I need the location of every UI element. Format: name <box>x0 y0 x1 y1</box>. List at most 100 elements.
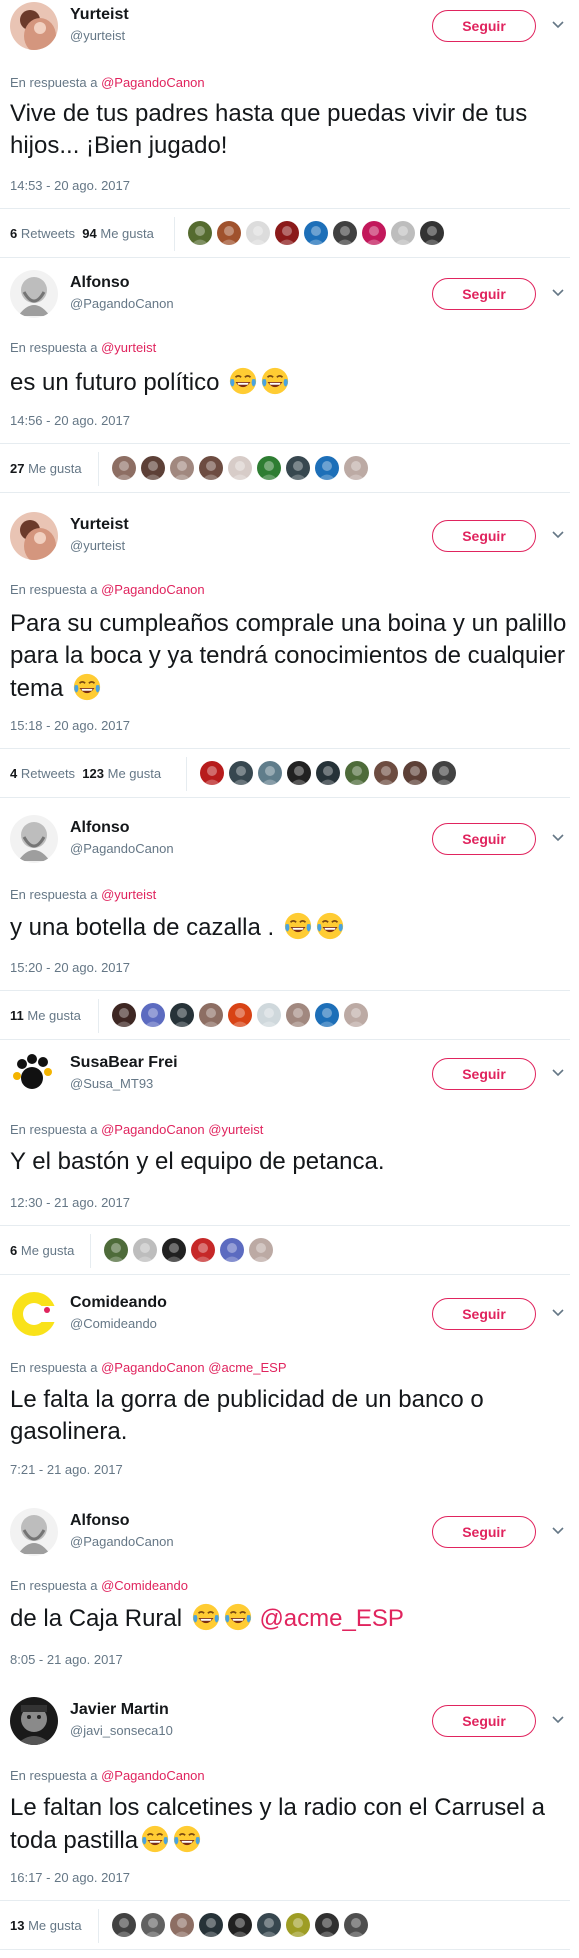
liker-avatar[interactable] <box>391 221 415 245</box>
user-handle[interactable]: @Comideando <box>70 1316 157 1331</box>
tweet-timestamp[interactable]: 15:20 - 20 ago. 2017 <box>10 960 130 975</box>
user-handle[interactable]: @yurteist <box>70 28 125 43</box>
reply-mention[interactable]: @acme_ESP <box>208 1360 286 1375</box>
liker-avatar[interactable] <box>170 1913 194 1937</box>
tweet-timestamp[interactable]: 14:53 - 20 ago. 2017 <box>10 178 130 193</box>
follow-button[interactable]: Seguir <box>432 823 536 855</box>
like-count[interactable]: 6 <box>10 1243 17 1258</box>
liker-avatar[interactable] <box>199 456 223 480</box>
liker-avatar[interactable] <box>316 761 340 785</box>
liker-avatar[interactable] <box>315 1913 339 1937</box>
liker-avatar[interactable] <box>374 761 398 785</box>
liker-avatar[interactable] <box>344 456 368 480</box>
liker-avatar[interactable] <box>304 221 328 245</box>
reply-mention[interactable]: @PagandoCanon <box>101 1360 205 1375</box>
liker-avatar[interactable] <box>191 1238 215 1262</box>
avatar-yurteist[interactable] <box>10 2 58 50</box>
avatar-alfonso[interactable] <box>10 1508 58 1556</box>
like-count[interactable]: 13 <box>10 1918 24 1933</box>
liker-avatar[interactable] <box>315 456 339 480</box>
retweet-count[interactable]: 4 <box>10 766 17 781</box>
liker-avatar[interactable] <box>257 456 281 480</box>
liker-avatar[interactable] <box>112 456 136 480</box>
reply-mention[interactable]: @yurteist <box>101 887 156 902</box>
chevron-down-icon[interactable] <box>550 1064 566 1080</box>
liker-avatar[interactable] <box>199 1003 223 1027</box>
follow-button[interactable]: Seguir <box>432 1058 536 1090</box>
user-handle[interactable]: @PagandoCanon <box>70 296 174 311</box>
chevron-down-icon[interactable] <box>550 1711 566 1727</box>
like-count[interactable]: 27 <box>10 461 24 476</box>
avatar-alfonso[interactable] <box>10 815 58 863</box>
chevron-down-icon[interactable] <box>550 526 566 542</box>
liker-avatar[interactable] <box>162 1238 186 1262</box>
like-count[interactable]: 123 <box>82 766 104 781</box>
user-name[interactable]: SusaBear Frei <box>70 1054 178 1072</box>
chevron-down-icon[interactable] <box>550 16 566 32</box>
follow-button[interactable]: Seguir <box>432 1298 536 1330</box>
liker-avatar[interactable] <box>258 761 282 785</box>
avatar-alfonso[interactable] <box>10 270 58 318</box>
liker-avatar[interactable] <box>188 221 212 245</box>
liker-avatar[interactable] <box>286 456 310 480</box>
liker-avatar[interactable] <box>344 1913 368 1937</box>
liker-avatar[interactable] <box>112 1003 136 1027</box>
liker-avatar[interactable] <box>141 1913 165 1937</box>
liker-avatar[interactable] <box>112 1913 136 1937</box>
follow-button[interactable]: Seguir <box>432 1516 536 1548</box>
liker-avatar[interactable] <box>141 1003 165 1027</box>
liker-avatar[interactable] <box>104 1238 128 1262</box>
user-name[interactable]: Alfonso <box>70 1512 130 1530</box>
user-handle[interactable]: @javi_sonseca10 <box>70 1723 173 1738</box>
liker-avatar[interactable] <box>333 221 357 245</box>
like-count[interactable]: 11 <box>10 1008 24 1023</box>
reply-mention[interactable]: @yurteist <box>208 1122 263 1137</box>
follow-button[interactable]: Seguir <box>432 1705 536 1737</box>
liker-avatar[interactable] <box>217 221 241 245</box>
liker-avatar[interactable] <box>362 221 386 245</box>
liker-avatar[interactable] <box>229 761 253 785</box>
liker-avatar[interactable] <box>287 761 311 785</box>
chevron-down-icon[interactable] <box>550 284 566 300</box>
tweet-timestamp[interactable]: 12:30 - 21 ago. 2017 <box>10 1195 130 1210</box>
liker-avatar[interactable] <box>420 221 444 245</box>
liker-avatar[interactable] <box>403 761 427 785</box>
liker-avatar[interactable] <box>246 221 270 245</box>
follow-button[interactable]: Seguir <box>432 10 536 42</box>
avatar-susabear[interactable] <box>10 1050 58 1098</box>
user-name[interactable]: Yurteist <box>70 516 129 534</box>
liker-avatar[interactable] <box>141 456 165 480</box>
chevron-down-icon[interactable] <box>550 1522 566 1538</box>
liker-avatar[interactable] <box>249 1238 273 1262</box>
user-handle[interactable]: @Susa_MT93 <box>70 1076 153 1091</box>
liker-avatar[interactable] <box>257 1913 281 1937</box>
user-name[interactable]: Alfonso <box>70 274 130 292</box>
liker-avatar[interactable] <box>200 761 224 785</box>
chevron-down-icon[interactable] <box>550 829 566 845</box>
liker-avatar[interactable] <box>133 1238 157 1262</box>
tweet-timestamp[interactable]: 16:17 - 20 ago. 2017 <box>10 1870 130 1885</box>
liker-avatar[interactable] <box>228 1913 252 1937</box>
avatar-javier-martin[interactable] <box>10 1697 58 1745</box>
user-handle[interactable]: @PagandoCanon <box>70 1534 174 1549</box>
liker-avatar[interactable] <box>257 1003 281 1027</box>
liker-avatar[interactable] <box>286 1003 310 1027</box>
liker-avatar[interactable] <box>345 761 369 785</box>
user-name[interactable]: Yurteist <box>70 6 129 24</box>
text-mention[interactable]: @acme_ESP <box>259 1605 403 1632</box>
reply-mention[interactable]: @PagandoCanon <box>101 75 205 90</box>
user-name[interactable]: Javier Martin <box>70 1701 169 1719</box>
liker-avatar[interactable] <box>275 221 299 245</box>
chevron-down-icon[interactable] <box>550 1304 566 1320</box>
liker-avatar[interactable] <box>432 761 456 785</box>
avatar-comideando[interactable] <box>10 1290 58 1338</box>
tweet-timestamp[interactable]: 15:18 - 20 ago. 2017 <box>10 718 130 733</box>
user-name[interactable]: Comideando <box>70 1294 167 1312</box>
user-handle[interactable]: @yurteist <box>70 538 125 553</box>
user-name[interactable]: Alfonso <box>70 819 130 837</box>
liker-avatar[interactable] <box>228 456 252 480</box>
liker-avatar[interactable] <box>286 1913 310 1937</box>
liker-avatar[interactable] <box>315 1003 339 1027</box>
liker-avatar[interactable] <box>228 1003 252 1027</box>
liker-avatar[interactable] <box>170 456 194 480</box>
